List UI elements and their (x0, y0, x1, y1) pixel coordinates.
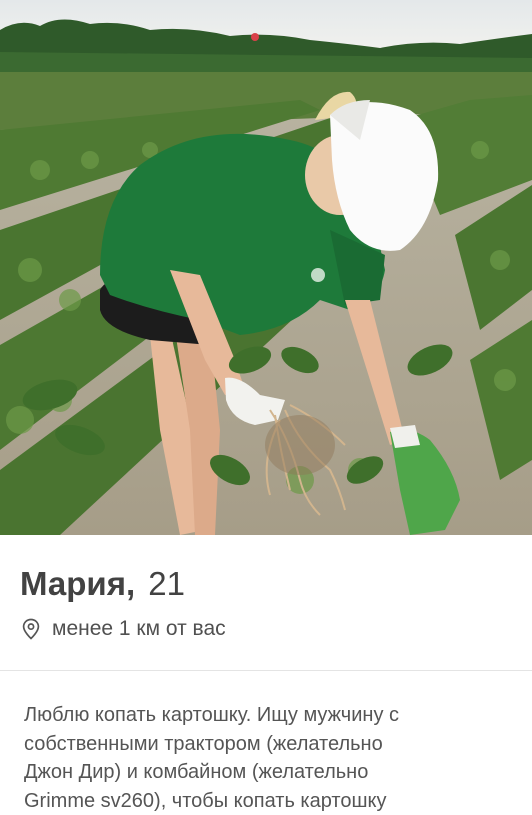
bio-text: Люблю копать картошку. Ищу мужчину с соб… (24, 704, 399, 812)
photo-scene (0, 0, 532, 535)
profile-header: Мария, 21 менее 1 км от вас (0, 535, 532, 670)
profile-age: 21 (148, 565, 186, 602)
location-pin-icon (22, 618, 40, 640)
profile-name: Мария, (20, 565, 136, 602)
name-age-line: Мария, 21 (20, 565, 185, 603)
distance-text: менее 1 км от вас (52, 617, 226, 640)
distance-line: менее 1 км от вас (22, 617, 226, 641)
profile-photo[interactable] (0, 0, 532, 535)
divider (0, 670, 532, 671)
